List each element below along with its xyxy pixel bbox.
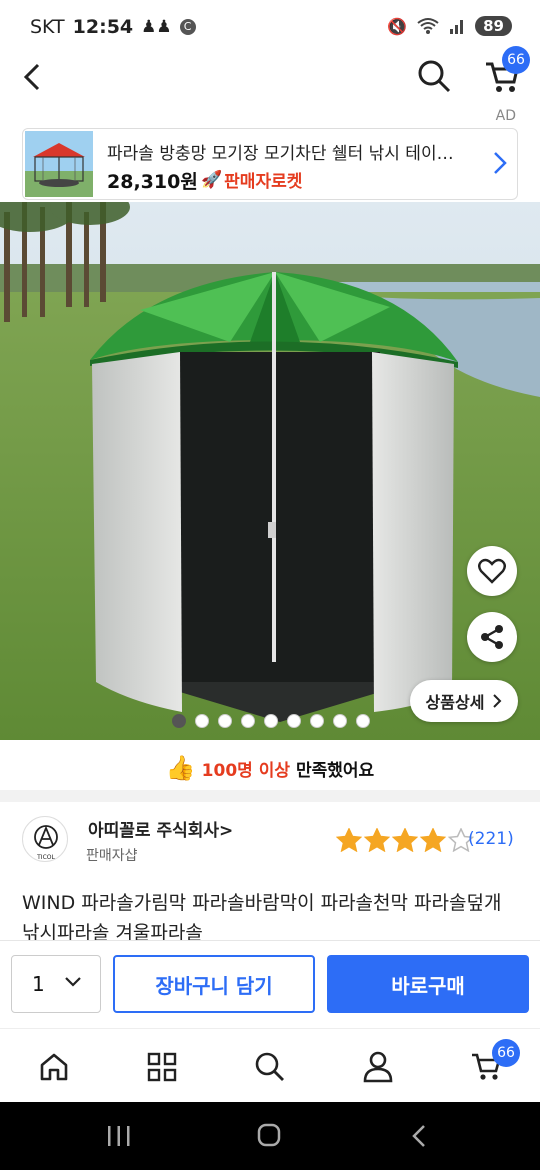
- cart-count-badge: 66: [502, 46, 530, 74]
- notification-icon: ♟♟: [141, 17, 172, 37]
- seller-name-link[interactable]: 아띠꼴로 주식회사>: [88, 816, 233, 841]
- satisfaction-banner: 👍 100명 이상 만족했어요: [0, 748, 540, 788]
- product-title: WIND 파라솔가림막 파라솔바람막이 파라솔천막 파라솔덮개 낚시파라솔 겨울…: [22, 892, 502, 944]
- seller-name: 아띠꼴로 주식회사: [88, 821, 220, 841]
- pagination-dot[interactable]: [287, 714, 301, 728]
- chevron-right-icon: [494, 152, 507, 174]
- seller-shop-label: 판매자샵: [86, 848, 138, 864]
- grid-icon: [147, 1052, 177, 1082]
- chevron-right-icon: >: [219, 821, 234, 841]
- quantity-select[interactable]: 1: [11, 955, 101, 1013]
- user-icon: [363, 1051, 393, 1083]
- share-button[interactable]: [467, 612, 517, 662]
- pagination-dot[interactable]: [310, 714, 324, 728]
- purchase-bar: 1 장바구니 담기 바로구매: [0, 940, 540, 1028]
- search-icon: [255, 1052, 284, 1081]
- quantity-value: 1: [32, 972, 45, 996]
- star-filled-icon: [420, 828, 446, 852]
- pagination-dot[interactable]: [264, 714, 278, 728]
- satisfaction-text: 만족했어요: [296, 760, 375, 781]
- pagination-dot[interactable]: [241, 714, 255, 728]
- rocket-label: 판매자로켓: [224, 172, 303, 192]
- system-back-icon[interactable]: [410, 1124, 428, 1148]
- nav-cart-count-badge: 66: [492, 1039, 520, 1067]
- seller-logo[interactable]: TICOL: [22, 816, 68, 862]
- ad-thumbnail: [25, 131, 93, 197]
- ad-price: 28,310원: [107, 171, 198, 193]
- search-icon[interactable]: [416, 58, 452, 94]
- bottom-nav: 66: [0, 1028, 540, 1102]
- rocket-icon: 🚀: [201, 169, 223, 190]
- star-filled-icon: [336, 828, 362, 852]
- clock: 12:54: [72, 16, 134, 38]
- pagination-dot[interactable]: [218, 714, 232, 728]
- star-filled-icon: [364, 828, 390, 852]
- rocket-badge: 🚀 판매자로켓: [201, 167, 303, 193]
- home-icon: [40, 1053, 68, 1081]
- pagination-dot[interactable]: [195, 714, 209, 728]
- c-icon: C: [179, 19, 196, 35]
- system-nav-bar: [0, 1102, 540, 1170]
- seller-logo-text: TICOL: [36, 854, 55, 861]
- nav-my-account[interactable]: [358, 1047, 398, 1087]
- add-to-cart-button[interactable]: 장바구니 담기: [113, 955, 315, 1013]
- mute-icon: 🔇: [387, 16, 408, 36]
- image-pagination: [172, 714, 370, 728]
- battery-icon: 89: [475, 16, 512, 36]
- wishlist-button[interactable]: [467, 546, 517, 596]
- ad-label: AD: [495, 108, 516, 124]
- carrier: SKT: [30, 16, 65, 38]
- home-circle-icon[interactable]: [256, 1122, 282, 1148]
- pagination-dot[interactable]: [333, 714, 347, 728]
- ad-title: 파라솔 방충망 모기장 모기차단 쉘터 낚시 테이…: [107, 144, 454, 164]
- buy-now-button[interactable]: 바로구매: [327, 955, 529, 1013]
- recent-apps-icon[interactable]: [106, 1124, 132, 1148]
- nav-categories[interactable]: [142, 1047, 182, 1087]
- share-icon: [481, 625, 503, 649]
- pagination-dot[interactable]: [172, 714, 186, 728]
- nav-search[interactable]: [250, 1047, 290, 1087]
- rating-stars: [336, 828, 474, 852]
- status-bar: SKT 12:54 ♟♟ C 🔇 89: [0, 0, 540, 56]
- product-detail-label: 상품상세: [425, 693, 485, 712]
- review-count-link[interactable]: (221): [468, 829, 514, 849]
- thumbs-up-icon: 👍: [165, 754, 196, 782]
- ad-banner[interactable]: 파라솔 방충망 모기장 모기차단 쉘터 낚시 테이… 28,310원 🚀 판매자…: [22, 128, 518, 200]
- chevron-down-icon: [65, 977, 81, 987]
- product-detail-button[interactable]: 상품상세: [410, 680, 518, 722]
- star-filled-icon: [392, 828, 418, 852]
- back-icon[interactable]: [20, 62, 44, 92]
- heart-icon: [478, 558, 506, 584]
- app-bar: 66: [0, 46, 540, 106]
- pagination-dot[interactable]: [356, 714, 370, 728]
- chevron-right-icon: [493, 694, 502, 708]
- satisfaction-count: 100명 이상: [201, 760, 290, 781]
- nav-home[interactable]: [34, 1047, 74, 1087]
- signal-icon: [450, 20, 464, 34]
- product-image[interactable]: [0, 202, 540, 740]
- section-divider: [0, 790, 540, 802]
- wifi-icon: [417, 18, 439, 34]
